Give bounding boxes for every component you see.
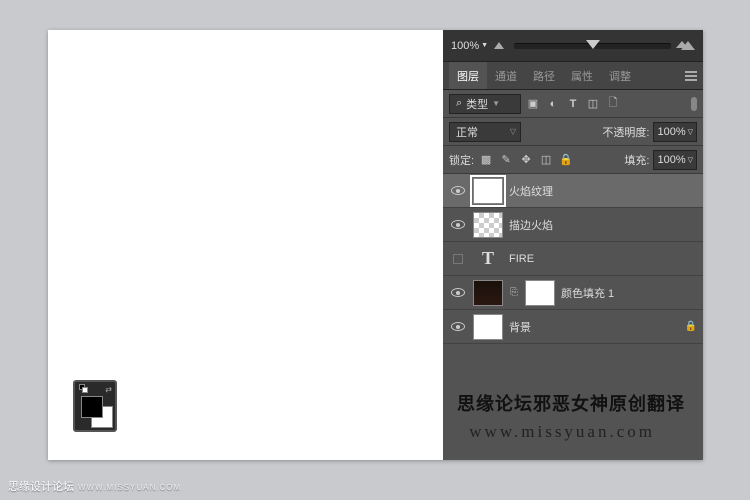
- layer-thumbnail[interactable]: [473, 314, 503, 340]
- fill-input[interactable]: 100%▽: [653, 150, 697, 170]
- color-swatch-tool[interactable]: ⇄: [73, 380, 117, 432]
- filter-type-dropdown[interactable]: ⌕ 类型 ▼: [449, 94, 521, 114]
- visibility-toggle[interactable]: [449, 220, 467, 229]
- layer-item[interactable]: 火焰纹理: [443, 174, 703, 208]
- tab-layers[interactable]: 图层: [449, 62, 487, 89]
- visibility-toggle[interactable]: [449, 322, 467, 331]
- visibility-toggle[interactable]: [449, 254, 467, 264]
- lock-position-icon[interactable]: ✥: [518, 152, 534, 168]
- tab-properties[interactable]: 属性: [563, 62, 601, 89]
- credit-text: 思缘论坛邪恶女神原创翻译: [457, 390, 685, 416]
- filter-shape-icon[interactable]: ◫: [585, 96, 601, 112]
- visibility-toggle[interactable]: [449, 186, 467, 195]
- lock-paint-icon[interactable]: ✎: [498, 152, 514, 168]
- filter-adjust-icon[interactable]: ◐: [545, 96, 561, 112]
- lock-label: 锁定:: [449, 152, 474, 168]
- panel-tabs: 图层 通道 路径 属性 调整: [443, 62, 703, 90]
- blend-mode-dropdown[interactable]: 正常 ▽: [449, 122, 521, 142]
- lock-transparent-icon[interactable]: ▩: [478, 152, 494, 168]
- eye-icon: [451, 186, 465, 195]
- type-layer-icon: T: [473, 248, 503, 269]
- opacity-label: 不透明度:: [602, 124, 649, 140]
- tab-adjustments[interactable]: 调整: [601, 62, 639, 89]
- layer-name: FIRE: [509, 253, 697, 265]
- layer-name: 描边火焰: [509, 217, 697, 233]
- link-icon[interactable]: ⎘: [509, 287, 519, 298]
- layer-mask-thumbnail[interactable]: [525, 280, 555, 306]
- lock-artboard-icon[interactable]: ◫: [538, 152, 554, 168]
- layer-name: 颜色填充 1: [561, 285, 697, 301]
- layer-item[interactable]: ⎘ 颜色填充 1: [443, 276, 703, 310]
- layer-thumbnail[interactable]: [473, 212, 503, 238]
- eye-icon: [451, 322, 465, 331]
- filter-toggle[interactable]: [691, 97, 697, 111]
- tab-channels[interactable]: 通道: [487, 62, 525, 89]
- zoom-in-icon[interactable]: [681, 41, 695, 50]
- panel-menu-icon[interactable]: [685, 71, 697, 81]
- zoom-out-icon[interactable]: [494, 42, 504, 49]
- layers-list: 火焰纹理 描边火焰 T FIRE ⎘ 颜色填充 1: [443, 174, 703, 460]
- layer-thumbnail[interactable]: [473, 280, 503, 306]
- layer-name: 背景: [509, 319, 679, 335]
- layer-item[interactable]: 背景 🔒: [443, 310, 703, 344]
- zoom-slider[interactable]: [514, 43, 671, 49]
- default-colors-icon[interactable]: [79, 384, 89, 394]
- filter-pixel-icon[interactable]: ▣: [525, 96, 541, 112]
- zoom-value[interactable]: 100%▼: [451, 40, 488, 52]
- canvas-area[interactable]: ⇄: [48, 30, 443, 460]
- lock-icon: 🔒: [685, 321, 697, 332]
- layer-thumbnail[interactable]: [473, 178, 503, 204]
- tab-paths[interactable]: 路径: [525, 62, 563, 89]
- filter-type-icon[interactable]: T: [565, 96, 581, 112]
- layer-item[interactable]: 描边火焰: [443, 208, 703, 242]
- eye-icon: [451, 220, 465, 229]
- layer-name: 火焰纹理: [509, 183, 697, 199]
- opacity-input[interactable]: 100%▽: [653, 122, 697, 142]
- fill-label: 填充:: [624, 152, 649, 168]
- hidden-icon: [453, 254, 463, 264]
- filter-smart-icon[interactable]: 🗋: [605, 96, 621, 112]
- swap-colors-icon[interactable]: ⇄: [105, 385, 112, 394]
- footer-watermark: 思缘设计论坛WWW.MISSYUAN.COM: [8, 478, 181, 494]
- foreground-color[interactable]: [81, 396, 103, 418]
- layer-item[interactable]: T FIRE: [443, 242, 703, 276]
- credit-url: www.missyuan.com: [469, 422, 655, 442]
- eye-icon: [451, 288, 465, 297]
- visibility-toggle[interactable]: [449, 288, 467, 297]
- lock-all-icon[interactable]: 🔒: [558, 152, 574, 168]
